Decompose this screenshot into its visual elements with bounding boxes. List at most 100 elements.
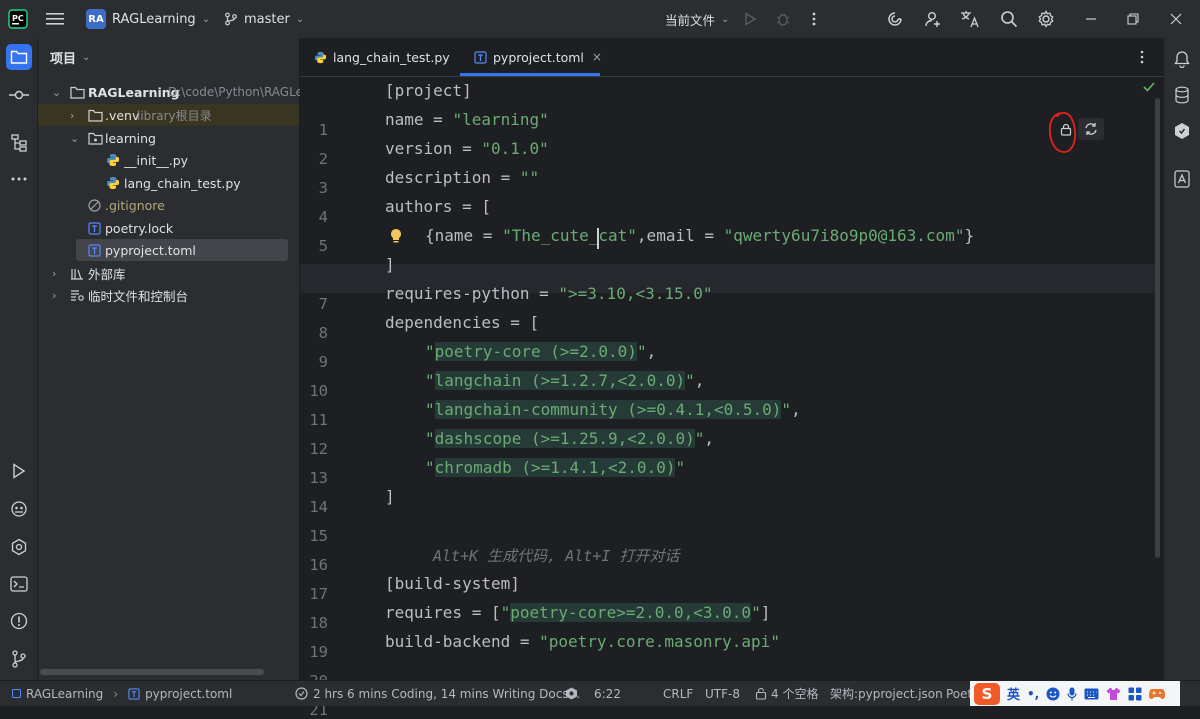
code-line[interactable]: "langchain-community (>=0.4.1,<0.5.0)", [425, 400, 801, 419]
code-line[interactable]: requires = ["poetry-core>=2.0.0,<3.0.0"] [385, 603, 770, 622]
emoji-icon[interactable] [1046, 687, 1060, 701]
code-line[interactable]: requires-python = ">=3.10,<3.15.0" [385, 284, 713, 303]
close-window-button[interactable] [1170, 0, 1182, 38]
skin-shirt-icon[interactable] [1106, 687, 1121, 701]
tree-item-venv[interactable]: › .venv library根目录 [38, 104, 299, 126]
code-line[interactable]: version = "0.1.0" [385, 139, 549, 158]
settings-gear-icon[interactable] [1037, 0, 1055, 38]
tree-item-pyproject-toml[interactable]: pyproject.toml [76, 239, 288, 261]
tab-lang-chain-test-py[interactable]: lang_chain_test.py [300, 38, 464, 76]
project-folder-icon[interactable] [6, 44, 32, 70]
terminal-icon[interactable] [6, 571, 32, 597]
line-separator[interactable]: CRLF [663, 681, 693, 706]
json-schema[interactable]: 架构:pyproject.json [830, 681, 943, 706]
problems-icon[interactable] [6, 608, 32, 634]
punctuation-icon[interactable]: •, [1027, 687, 1039, 701]
reload-button[interactable] [1078, 118, 1104, 140]
python-file-icon [106, 176, 120, 190]
code-line[interactable]: build-backend = "poetry.core.masonry.api… [385, 632, 780, 651]
tree-item-external-libraries[interactable]: › 外部库 [38, 262, 299, 284]
tab-actions-icon[interactable] [1140, 50, 1144, 64]
code-string: ">=3.10,<3.15.0" [558, 284, 713, 303]
time-tracking-widget[interactable]: 2 hrs 6 mins Coding, 14 mins Writing Doc… [295, 681, 580, 706]
more-tools-icon[interactable] [6, 166, 32, 192]
run-tool-icon[interactable] [6, 458, 32, 484]
tree-item-lang-chain-test-py[interactable]: lang_chain_test.py [38, 172, 299, 194]
code-line[interactable]: dependencies = [ [385, 313, 539, 332]
more-actions-icon[interactable] [812, 0, 816, 38]
ai-assistant-icon[interactable] [886, 0, 904, 38]
tree-item-init-py[interactable]: __init__.py [38, 149, 299, 171]
notifications-bell-icon[interactable] [1169, 46, 1195, 72]
python-packages-icon[interactable] [6, 496, 32, 522]
file-encoding[interactable]: UTF-8 [705, 681, 740, 706]
services-icon[interactable] [6, 534, 32, 560]
intention-bulb-icon[interactable] [389, 228, 403, 244]
microphone-icon[interactable] [1067, 687, 1077, 701]
tree-item-gitignore[interactable]: .gitignore [38, 194, 299, 216]
database-icon[interactable] [1169, 82, 1195, 108]
project-view-selector[interactable]: 项目 ⌄ [50, 38, 90, 76]
module-icon [12, 689, 21, 698]
tree-item-learning[interactable]: ⌄ learning [38, 127, 299, 149]
code-line[interactable]: ] [385, 255, 395, 274]
main-menu-icon[interactable] [46, 0, 64, 38]
code-line[interactable]: authors = [ [385, 197, 491, 216]
code-text: [build-system] [385, 574, 520, 593]
minimize-button[interactable] [1085, 0, 1097, 38]
line-number: 19 [309, 643, 328, 661]
code-line[interactable]: {name = "The_cute_cat",email = "qwerty6u… [425, 226, 974, 245]
translate-icon[interactable] [960, 0, 980, 38]
breadcrumb-file[interactable]: pyproject.toml [145, 687, 232, 701]
chevron-right-icon[interactable]: › [52, 267, 56, 280]
sogou-logo-icon[interactable]: S [974, 682, 1000, 705]
code-line[interactable]: name = "learning" [385, 110, 549, 129]
caret-position[interactable]: 6:22 [594, 681, 621, 706]
search-icon[interactable] [1000, 0, 1018, 38]
tree-item-scratches[interactable]: › 临时文件和控制台 [38, 284, 299, 306]
vertical-scrollbar[interactable] [1155, 98, 1160, 558]
restore-button[interactable] [1127, 0, 1139, 38]
code-line[interactable]: ] [385, 487, 395, 506]
inspection-widget-icon[interactable] [565, 681, 578, 706]
game-controller-icon[interactable] [1149, 688, 1166, 700]
tab-pyproject-toml[interactable]: pyproject.toml × [460, 38, 614, 76]
code-line[interactable]: "dashscope (>=1.25.9,<2.0.0)", [425, 429, 714, 448]
folder-icon [70, 86, 85, 99]
tree-item-root[interactable]: ⌄ RAGLearning D:\code\Python\RAGLea [38, 81, 310, 103]
chevron-down-icon[interactable]: ⌄ [52, 86, 61, 99]
keyboard-icon[interactable] [1084, 688, 1099, 700]
run-config-selector[interactable]: 当前文件 ⌄ [665, 0, 729, 38]
code-line[interactable]: [build-system] [385, 574, 520, 593]
dependency-highlight: langchain (>=1.2.7,<2.0.0) [434, 371, 686, 390]
run-button[interactable] [743, 0, 757, 38]
ime-language-toggle[interactable]: 英 [1007, 684, 1020, 703]
project-switcher[interactable]: RA RAGLearning ⌄ [86, 0, 210, 38]
plugin-hexagon-icon[interactable] [1169, 118, 1195, 144]
commit-icon[interactable] [6, 82, 32, 108]
tree-item-poetry-lock[interactable]: poetry.lock [38, 217, 299, 239]
breadcrumb-project[interactable]: RAGLearning [26, 687, 103, 701]
breadcrumb[interactable]: RAGLearning › pyproject.toml [12, 681, 232, 706]
ai-chat-icon[interactable] [1169, 166, 1195, 192]
chevron-right-icon[interactable]: › [52, 289, 56, 302]
horizontal-scrollbar[interactable] [40, 669, 264, 675]
code-line[interactable]: "poetry-core (>=2.0.0)", [425, 342, 656, 361]
add-user-icon[interactable] [924, 0, 942, 38]
chevron-down-icon[interactable]: ⌄ [70, 132, 79, 145]
scratch-console-icon [70, 289, 84, 302]
app-logo-icon[interactable]: PC [8, 0, 28, 38]
structure-icon[interactable] [6, 130, 32, 156]
close-icon[interactable]: × [592, 50, 602, 64]
debug-button[interactable] [775, 0, 791, 38]
chevron-right-icon[interactable]: › [70, 109, 74, 122]
version-control-icon[interactable] [6, 646, 32, 672]
code-line[interactable]: [project] [385, 81, 472, 100]
code-line[interactable]: "langchain (>=1.2.7,<2.0.0)", [425, 371, 704, 390]
toolbox-grid-icon[interactable] [1128, 687, 1142, 701]
code-line[interactable]: description = "" [385, 168, 539, 187]
indent-widget[interactable]: 4 个空格 [755, 681, 818, 706]
branch-switcher[interactable]: master ⌄ [224, 0, 304, 38]
interpreter-widget[interactable]: Poet [946, 681, 972, 706]
code-line[interactable]: "chromadb (>=1.4.1,<2.0.0)" [425, 458, 685, 477]
